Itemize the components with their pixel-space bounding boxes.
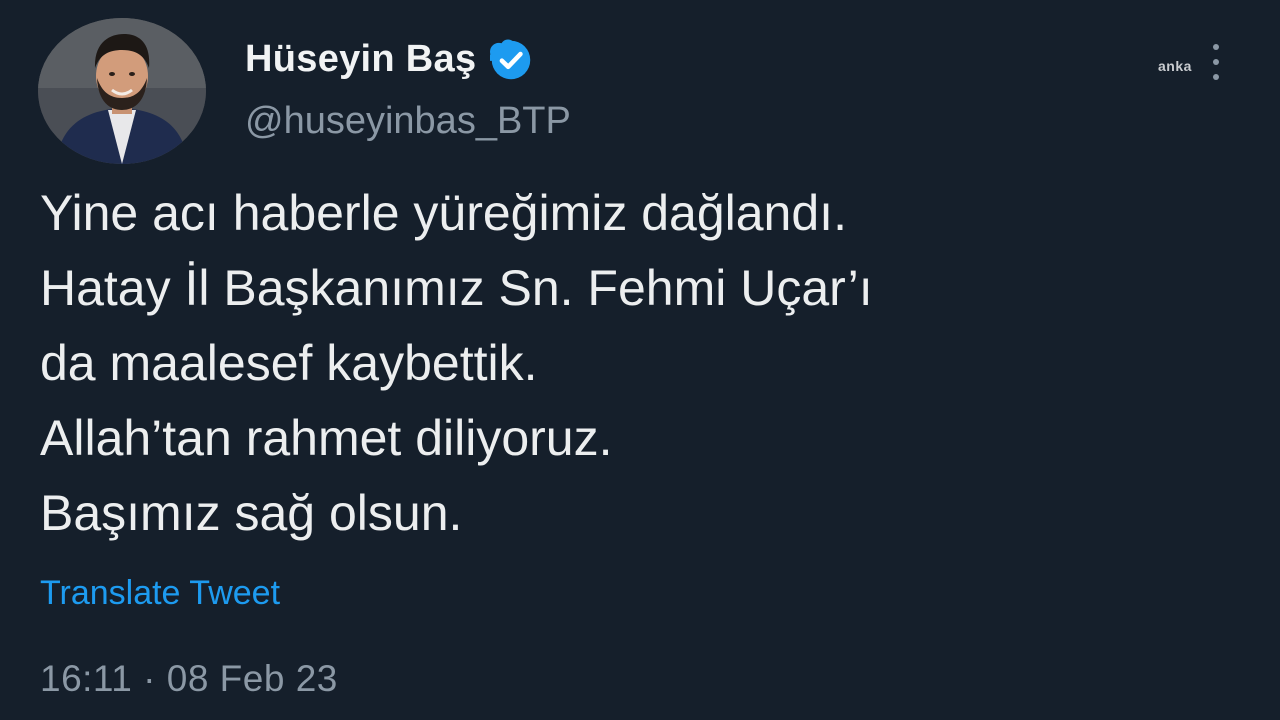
translate-tweet-link[interactable]: Translate Tweet: [40, 574, 280, 613]
more-options-icon[interactable]: [1210, 44, 1222, 80]
tweet-text-line: Yine acı haberle yüreğimiz dağlandı.: [40, 185, 847, 241]
tweet-text-line: da maalesef kaybettik.: [40, 335, 538, 391]
avatar-photo: [38, 18, 206, 164]
more-dot: [1213, 59, 1219, 65]
timestamp-separator: ·: [143, 658, 156, 699]
verified-badge-icon: [490, 38, 531, 79]
watermark-logo: anka: [1158, 58, 1192, 74]
tweet-text: Yine acı haberle yüreğimiz dağlandı. Hat…: [40, 176, 1240, 551]
author-name-row: Hüseyin Baş: [245, 38, 532, 81]
author-display-name[interactable]: Hüseyin Baş: [245, 38, 476, 81]
tweet-text-line: Başımız sağ olsun.: [40, 485, 463, 541]
tweet-time: 16:11: [40, 658, 133, 699]
more-dot: [1213, 44, 1219, 50]
author-handle[interactable]: @huseyinbas_BTP: [245, 100, 571, 143]
tweet-card: Hüseyin Baş @huseyinbas_BTP anka Yine ac…: [0, 0, 1280, 720]
tweet-text-line: Allah’tan rahmet diliyoruz.: [40, 410, 613, 466]
avatar[interactable]: [38, 18, 206, 164]
more-dot: [1213, 74, 1219, 80]
tweet-timestamp[interactable]: 16:11 · 08 Feb 23: [40, 658, 338, 700]
tweet-text-line: Hatay İl Başkanımız Sn. Fehmi Uçar’ı: [40, 260, 873, 316]
tweet-date: 08 Feb 23: [166, 658, 338, 699]
